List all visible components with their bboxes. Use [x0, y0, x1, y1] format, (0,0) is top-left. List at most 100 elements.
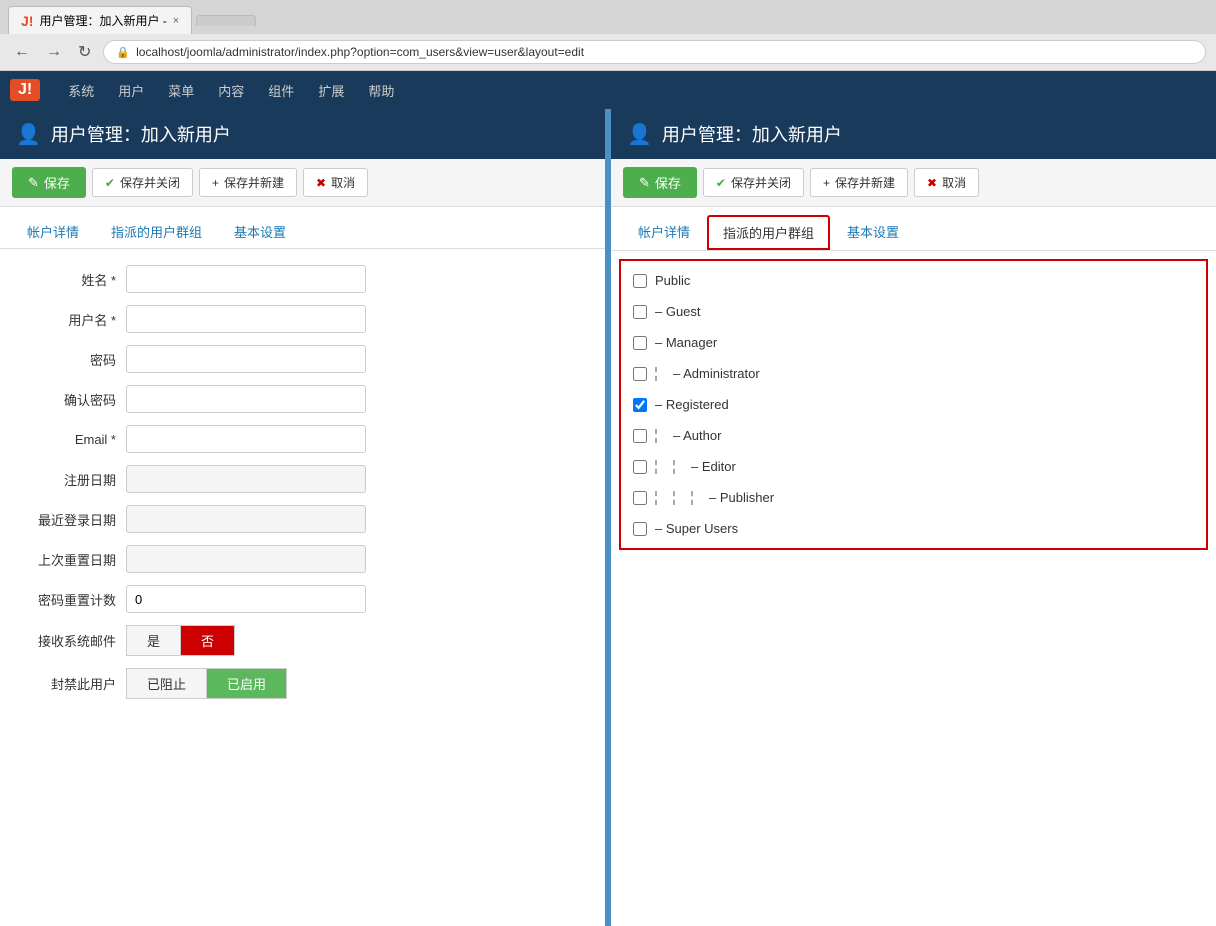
group-item-publisher: – Publisher [621, 482, 1206, 513]
address-bar: ← → ↻ 🔒 localhost/joomla/administrator/i… [0, 34, 1216, 70]
left-panel-header: 👤 用户管理：加入新用户 [0, 109, 605, 159]
group-item-super-users: – Super Users [621, 513, 1206, 544]
right-save-new-button[interactable]: + 保存并新建 [810, 168, 908, 197]
email-input[interactable] [126, 425, 366, 453]
receive-email-no[interactable]: 否 [180, 625, 235, 656]
confirm-password-input[interactable] [126, 385, 366, 413]
last-reset-label: 上次重置日期 [16, 550, 116, 569]
confirm-password-label: 确认密码 [16, 390, 116, 409]
indent-bar-pub-1 [655, 491, 663, 505]
browser-tab-new[interactable] [196, 15, 256, 26]
group-item-registered: – Registered [621, 389, 1206, 420]
right-save-button[interactable]: ✎ 保存 [623, 167, 697, 198]
form-row-last-reset: 上次重置日期 [16, 545, 589, 573]
block-enabled[interactable]: 已启用 [206, 668, 287, 699]
nav-menus[interactable]: 菜单 [156, 71, 206, 109]
left-cancel-button[interactable]: ✖ 取消 [303, 168, 368, 197]
group-label-publisher: – Publisher [709, 490, 774, 505]
left-panel: 👤 用户管理：加入新用户 ✎ 保存 ✔ 保存并关闭 + 保存并新建 ✖ 取消 [0, 109, 608, 926]
form-row-block: 封禁此用户 已阻止 已启用 [16, 668, 589, 699]
group-checkbox-administrator[interactable] [633, 367, 647, 381]
last-visit-input[interactable] [126, 505, 366, 533]
group-label-author: – Author [673, 428, 721, 443]
group-label-guest: – Guest [655, 304, 701, 319]
group-label-manager: – Manager [655, 335, 717, 350]
left-form: 姓名 * 用户名 * 密码 确认密码 Email * 注册日期 [0, 249, 605, 727]
indent-bar-editor-1 [655, 460, 663, 474]
left-tab-account[interactable]: 帐户详情 [12, 215, 94, 248]
address-field[interactable]: 🔒 localhost/joomla/administrator/index.p… [103, 40, 1206, 64]
left-tab-settings[interactable]: 基本设置 [219, 215, 301, 248]
right-tab-settings[interactable]: 基本设置 [832, 215, 914, 250]
group-checkbox-guest[interactable] [633, 305, 647, 319]
nav-users[interactable]: 用户 [106, 71, 156, 109]
last-visit-label: 最近登录日期 [16, 510, 116, 529]
browser-tab-close[interactable]: × [173, 15, 179, 27]
username-input[interactable] [126, 305, 366, 333]
form-row-password: 密码 [16, 345, 589, 373]
nav-system[interactable]: 系统 [56, 71, 106, 109]
cancel-icon: ✖ [316, 176, 326, 190]
block-toggle: 已阻止 已启用 [126, 668, 287, 699]
receive-email-yes[interactable]: 是 [126, 625, 180, 656]
group-checkbox-registered[interactable] [633, 398, 647, 412]
right-save-close-button[interactable]: ✔ 保存并关闭 [703, 168, 804, 197]
form-row-register-date: 注册日期 [16, 465, 589, 493]
form-row-confirm-password: 确认密码 [16, 385, 589, 413]
right-tab-groups[interactable]: 指派的用户群组 [707, 215, 830, 250]
group-label-public: Public [655, 273, 690, 288]
nav-components[interactable]: 组件 [256, 71, 306, 109]
refresh-button[interactable]: ↻ [74, 40, 95, 64]
left-header-icon: 👤 [16, 122, 41, 147]
back-button[interactable]: ← [10, 41, 34, 63]
right-cancel-button[interactable]: ✖ 取消 [914, 168, 979, 197]
password-input[interactable] [126, 345, 366, 373]
form-row-name: 姓名 * [16, 265, 589, 293]
browser-tab[interactable]: J! 用户管理：加入新用户 - × [8, 6, 192, 34]
group-checkbox-manager[interactable] [633, 336, 647, 350]
nav-content[interactable]: 内容 [206, 71, 256, 109]
group-checkbox-editor[interactable] [633, 460, 647, 474]
left-save-new-button[interactable]: + 保存并新建 [199, 168, 297, 197]
tab-bar: J! 用户管理：加入新用户 - × [0, 0, 1216, 34]
password-label: 密码 [16, 350, 116, 369]
left-tab-groups[interactable]: 指派的用户群组 [96, 215, 217, 248]
register-date-input[interactable] [126, 465, 366, 493]
name-input[interactable] [126, 265, 366, 293]
joomla-logo: J! [10, 79, 40, 101]
forward-button[interactable]: → [42, 41, 66, 63]
block-label: 封禁此用户 [16, 674, 116, 693]
group-checkbox-super-users[interactable] [633, 522, 647, 536]
block-blocked[interactable]: 已阻止 [126, 668, 206, 699]
right-tab-account[interactable]: 帐户详情 [623, 215, 705, 250]
browser-tab-title: 用户管理：加入新用户 - [39, 12, 166, 29]
last-reset-input[interactable] [126, 545, 366, 573]
form-row-last-visit: 最近登录日期 [16, 505, 589, 533]
save-icon: ✎ [28, 175, 39, 191]
nav-help[interactable]: 帮助 [356, 71, 406, 109]
group-checkbox-publisher[interactable] [633, 491, 647, 505]
username-label: 用户名 * [16, 310, 116, 329]
nav-extensions[interactable]: 扩展 [306, 71, 356, 109]
indent-bar-pub-3 [691, 491, 699, 505]
left-save-close-button[interactable]: ✔ 保存并关闭 [92, 168, 193, 197]
right-save-icon: ✎ [639, 175, 650, 191]
group-checkbox-author[interactable] [633, 429, 647, 443]
left-save-button[interactable]: ✎ 保存 [12, 167, 86, 198]
plus-icon: + [212, 176, 219, 190]
email-label: Email * [16, 432, 116, 447]
right-toolbar: ✎ 保存 ✔ 保存并关闭 + 保存并新建 ✖ 取消 [611, 159, 1216, 207]
indent-bar-pub-2 [673, 491, 681, 505]
group-item-manager: – Manager [621, 327, 1206, 358]
group-item-author: – Author [621, 420, 1206, 451]
right-check-icon: ✔ [716, 176, 726, 190]
group-checkbox-public[interactable] [633, 274, 647, 288]
right-plus-icon: + [823, 176, 830, 190]
group-label-super-users: – Super Users [655, 521, 738, 536]
right-tabs: 帐户详情 指派的用户群组 基本设置 [611, 207, 1216, 251]
form-row-username: 用户名 * [16, 305, 589, 333]
right-cancel-icon: ✖ [927, 176, 937, 190]
reset-count-input[interactable] [126, 585, 366, 613]
joomla-favicon: J! [21, 13, 33, 29]
group-label-registered: – Registered [655, 397, 729, 412]
